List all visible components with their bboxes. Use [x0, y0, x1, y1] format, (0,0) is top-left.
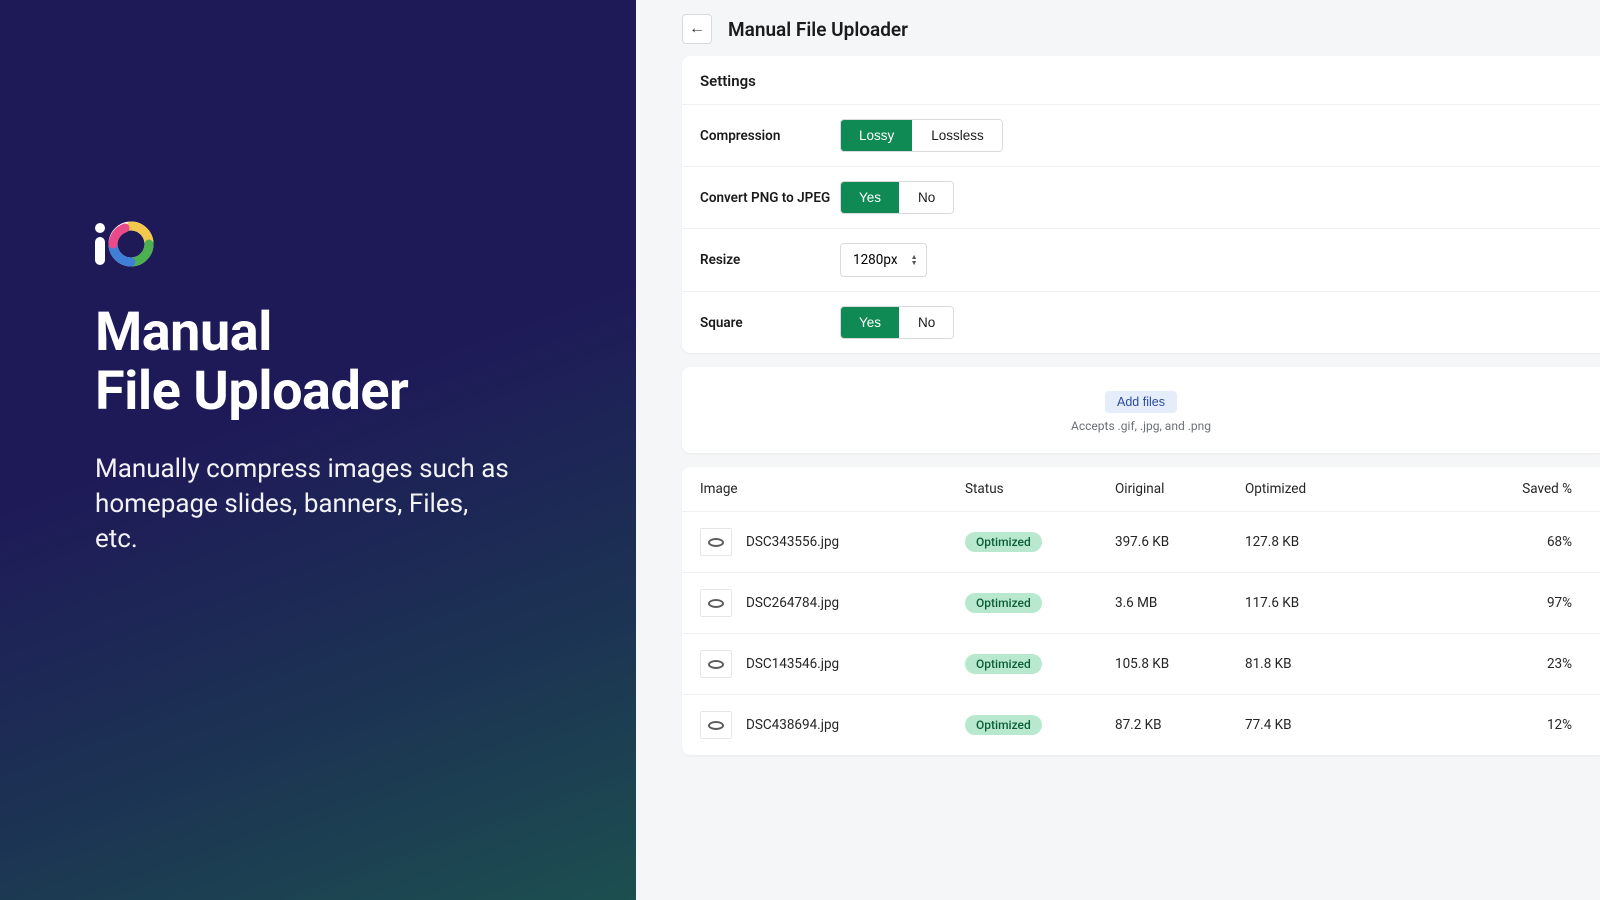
compression-lossy-button[interactable]: Lossy [841, 120, 912, 151]
optimized-size: 117.6 KB [1245, 595, 1375, 611]
convert-no-button[interactable]: No [899, 182, 953, 213]
files-table: Image Status Oiriginal Optimized Saved %… [682, 467, 1600, 755]
saved-pct: 23% [1375, 656, 1582, 672]
compression-lossless-button[interactable]: Lossless [912, 120, 1002, 151]
original-size: 397.6 KB [1115, 534, 1245, 550]
back-button[interactable]: ← [682, 14, 712, 44]
saved-pct: 12% [1375, 717, 1582, 733]
optimized-size: 77.4 KB [1245, 717, 1375, 733]
table-row: DSC343556.jpg Optimized 397.6 KB 127.8 K… [682, 511, 1600, 572]
square-label: Square [700, 315, 840, 331]
convert-label: Convert PNG to JPEG [700, 190, 840, 206]
setting-row-convert: Convert PNG to JPEG Yes No [682, 166, 1600, 228]
select-chevron-icon: ▲▼ [911, 254, 918, 266]
promo-title: Manual File Uploader [95, 303, 541, 422]
file-name: DSC264784.jpg [746, 595, 839, 611]
setting-row-compression: Compression Lossy Lossless [682, 104, 1600, 166]
status-badge: Optimized [965, 593, 1042, 613]
square-toggle: Yes No [840, 306, 954, 339]
col-status: Status [965, 481, 1115, 497]
setting-row-resize: Resize 1280px ▲▼ [682, 228, 1600, 291]
col-saved: Saved % [1375, 481, 1582, 497]
file-name: DSC343556.jpg [746, 534, 839, 550]
saved-pct: 68% [1375, 534, 1582, 550]
optimized-size: 81.8 KB [1245, 656, 1375, 672]
page-title: Manual File Uploader [728, 18, 908, 41]
table-header: Image Status Oiriginal Optimized Saved % [682, 467, 1600, 511]
status-badge: Optimized [965, 532, 1042, 552]
resize-label: Resize [700, 252, 840, 268]
table-row: DSC264784.jpg Optimized 3.6 MB 117.6 KB … [682, 572, 1600, 633]
col-image: Image [700, 481, 965, 497]
promo-subtitle: Manually compress images such as homepag… [95, 452, 515, 557]
file-thumb-icon [700, 650, 732, 678]
promo-panel: Manual File Uploader Manually compress i… [0, 0, 636, 900]
convert-toggle: Yes No [840, 181, 954, 214]
settings-card: Settings Compression Lossy Lossless Conv… [682, 56, 1600, 353]
accepts-hint: Accepts .gif, .jpg, and .png [682, 419, 1600, 433]
table-row: DSC438694.jpg Optimized 87.2 KB 77.4 KB … [682, 694, 1600, 755]
resize-value: 1280px [853, 252, 898, 268]
logo-swirl-icon [107, 220, 155, 268]
compression-label: Compression [700, 128, 840, 144]
status-badge: Optimized [965, 715, 1042, 735]
file-thumb-icon [700, 711, 732, 739]
convert-yes-button[interactable]: Yes [841, 182, 899, 213]
settings-heading: Settings [682, 56, 1600, 104]
square-yes-button[interactable]: Yes [841, 307, 899, 338]
arrow-left-icon: ← [689, 20, 705, 38]
col-optimized: Optimized [1245, 481, 1375, 497]
file-thumb-icon [700, 528, 732, 556]
original-size: 105.8 KB [1115, 656, 1245, 672]
col-original: Oiriginal [1115, 481, 1245, 497]
square-no-button[interactable]: No [899, 307, 953, 338]
compression-toggle: Lossy Lossless [840, 119, 1003, 152]
status-badge: Optimized [965, 654, 1042, 674]
upload-card: Add files Accepts .gif, .jpg, and .png [682, 367, 1600, 453]
app-header: ← Manual File Uploader [636, 14, 1600, 56]
app-panel: ← Manual File Uploader Settings Compress… [636, 0, 1600, 900]
original-size: 3.6 MB [1115, 595, 1245, 611]
original-size: 87.2 KB [1115, 717, 1245, 733]
resize-select[interactable]: 1280px ▲▼ [840, 243, 927, 277]
setting-row-square: Square Yes No [682, 291, 1600, 353]
optimized-size: 127.8 KB [1245, 534, 1375, 550]
file-name: DSC143546.jpg [746, 656, 839, 672]
file-name: DSC438694.jpg [746, 717, 839, 733]
table-row: DSC143546.jpg Optimized 105.8 KB 81.8 KB… [682, 633, 1600, 694]
app-logo [95, 220, 541, 268]
add-files-button[interactable]: Add files [1105, 391, 1177, 413]
saved-pct: 97% [1375, 595, 1582, 611]
file-thumb-icon [700, 589, 732, 617]
logo-letter-i [95, 223, 105, 265]
